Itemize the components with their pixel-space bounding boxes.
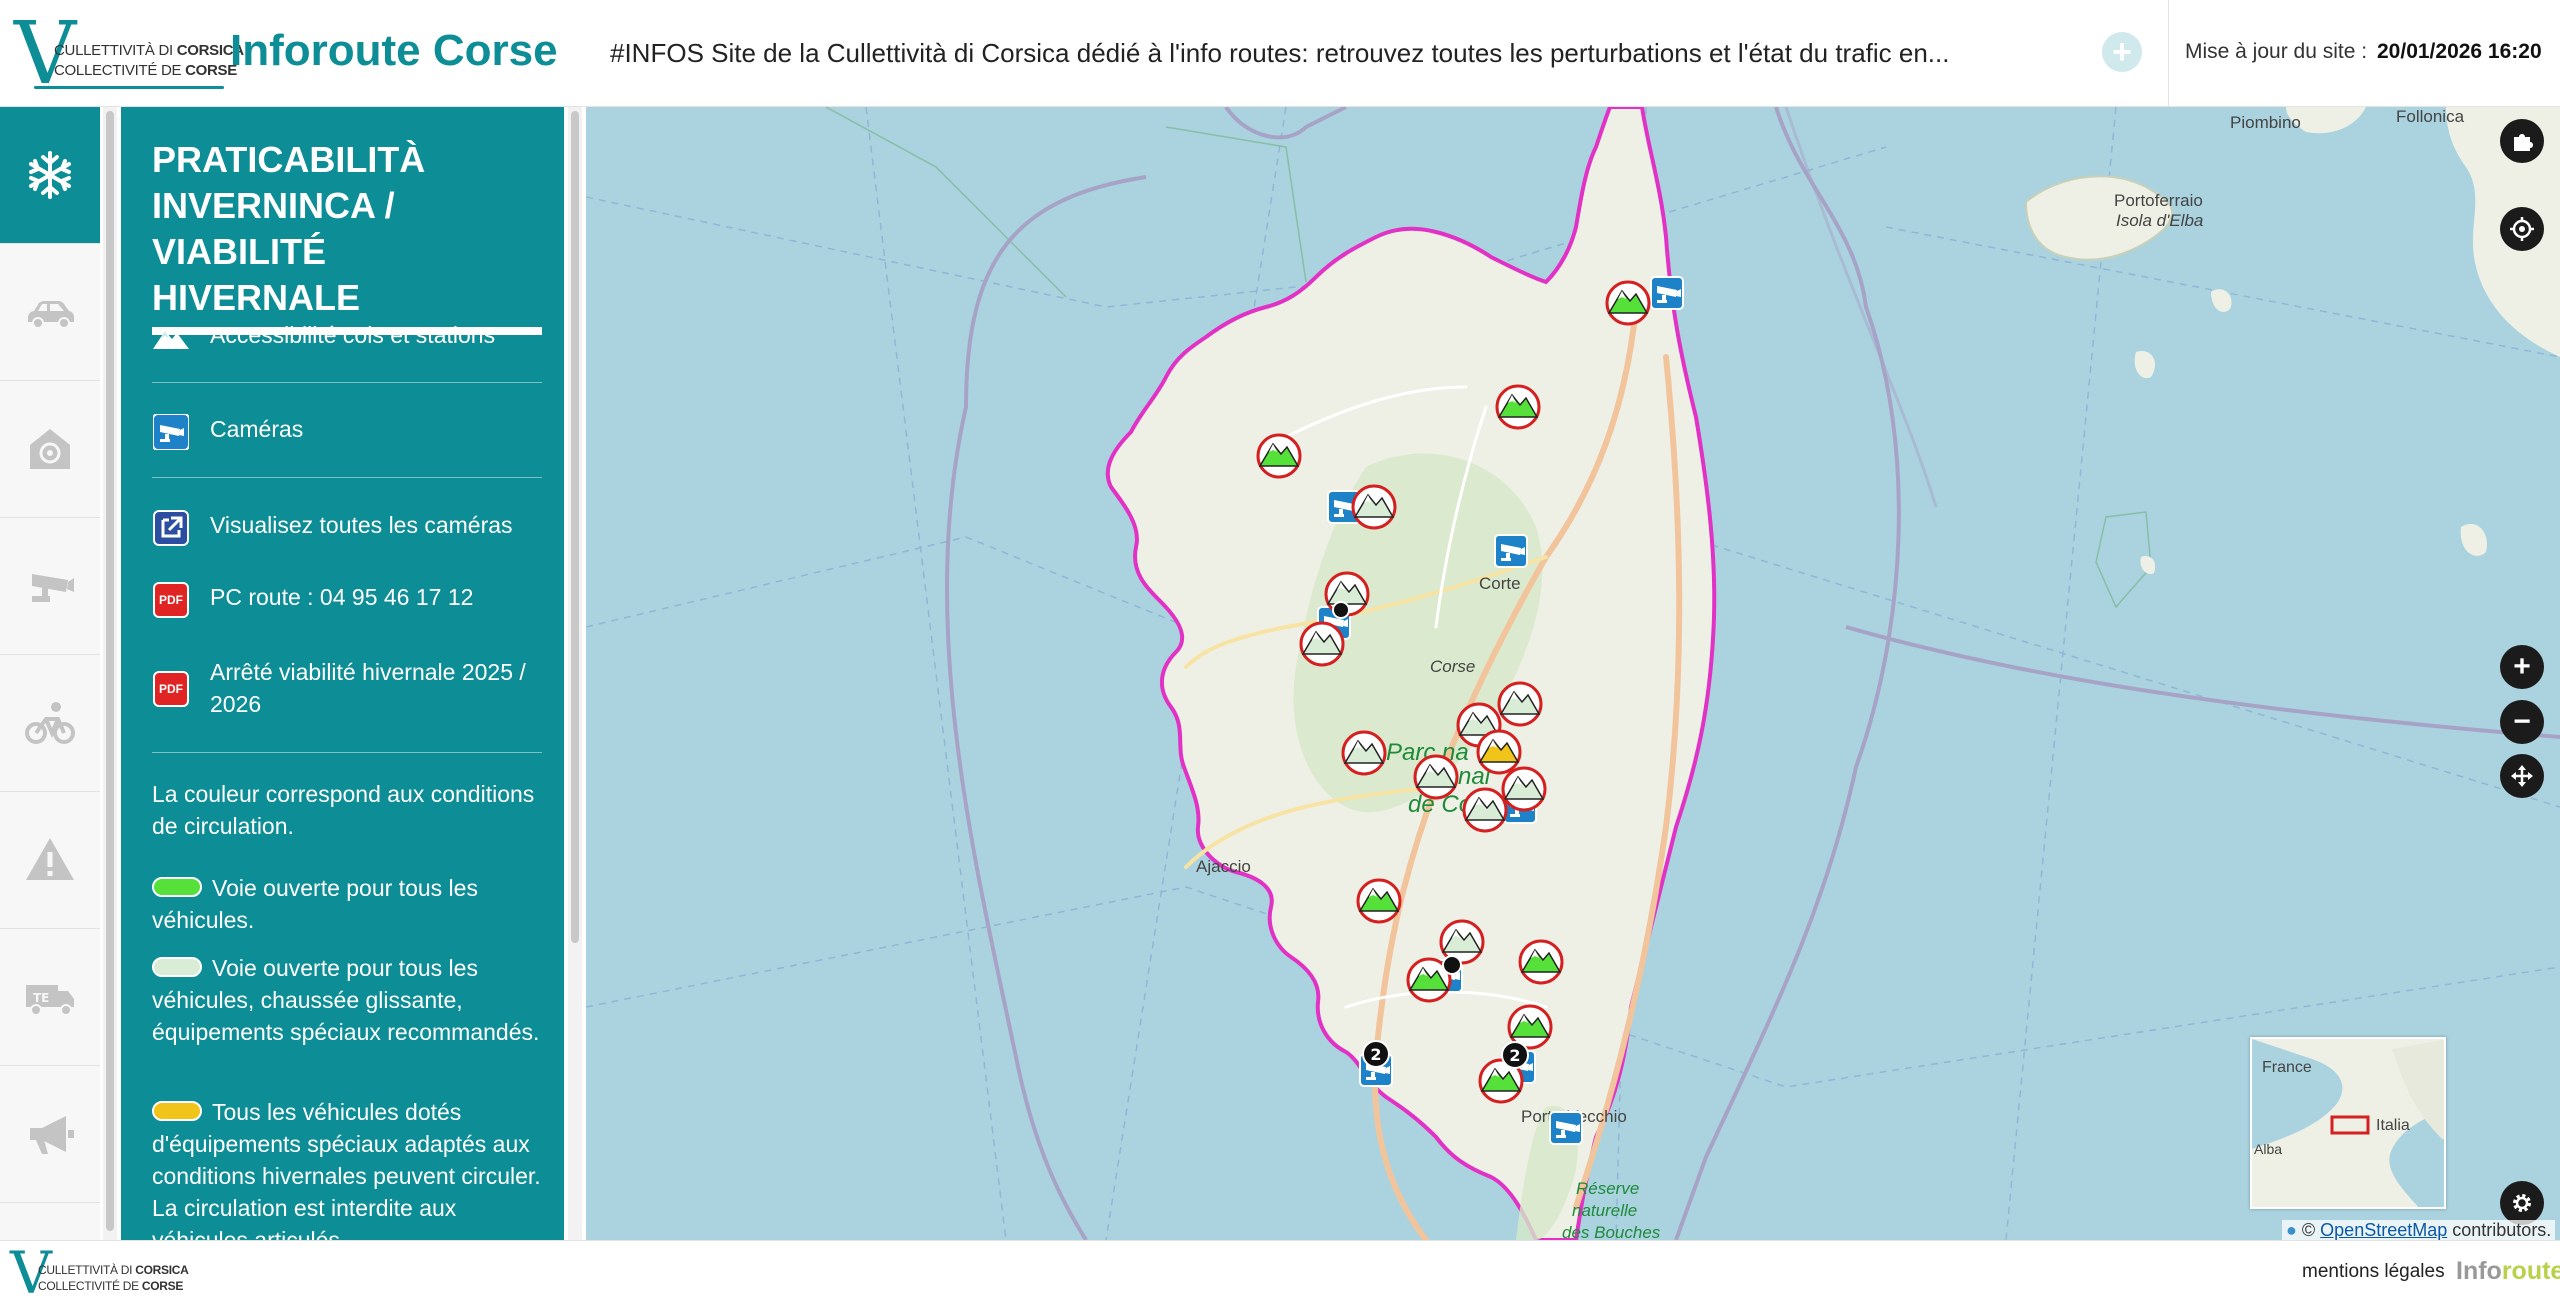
footer-logo-line1-bold: CORSICA	[135, 1263, 189, 1277]
zoom-out-button[interactable]: −	[2500, 700, 2544, 744]
pdf-icon: PDF	[153, 671, 189, 707]
mountain-icon	[152, 319, 190, 357]
sidebar-scrollbar[interactable]	[103, 107, 117, 1240]
panel-title: PRATICABILITÀ INVERNINCA / VIABILITÉ HIV…	[152, 137, 542, 335]
sidebar-item-winter[interactable]	[0, 107, 100, 244]
settings-button[interactable]	[2500, 1181, 2544, 1225]
legend-swatch-open	[152, 876, 202, 897]
svg-text:TE: TE	[33, 991, 49, 1005]
inforoute-logo-route: route	[2501, 1257, 2560, 1285]
sidebar-nav: TE	[0, 107, 100, 1240]
fullscreen-button[interactable]	[2500, 119, 2544, 163]
sidebar-item-cameras[interactable]	[0, 518, 100, 655]
minimap-label-france: France	[2262, 1059, 2312, 1076]
winter-panel: PRATICABILITÀ INVERNINCA / VIABILITÉ HIV…	[121, 107, 564, 1240]
leaflet-icon: ●	[2286, 1220, 2297, 1240]
crosshair-icon	[2510, 217, 2534, 241]
legend-swatch-slippery	[152, 956, 202, 977]
logo-line1-prefix: CULLETTIVITÀ DI	[54, 42, 173, 59]
panel-scrollbar[interactable]	[568, 107, 582, 1240]
footer-logo-line2-prefix: COLLECTIVITÉ DE	[38, 1279, 139, 1293]
inforoute-logo[interactable]: Inforoute	[2456, 1257, 2560, 1286]
sidebar-item-transport[interactable]: TE	[0, 929, 100, 1066]
panel-item-label: Visualisez toutes les caméras	[210, 512, 513, 538]
sidebar-scroll-thumb[interactable]	[106, 111, 114, 1231]
panel-divider	[152, 382, 542, 383]
sidebar-item-alerts[interactable]	[0, 381, 100, 518]
collectivite-logo[interactable]: V CULLETTIVITÀ DI CORSICA COLLECTIVITÉ D…	[14, 10, 244, 98]
camera-icon	[32, 574, 74, 602]
legend-item-open: Voie ouverte pour tous les véhicules.	[152, 872, 552, 936]
gear-icon	[2513, 1194, 2531, 1212]
footer-collectivite-logo[interactable]: V CULLETTIVITÀ DI CORSICA COLLECTIVITÉ D…	[10, 1239, 189, 1307]
locate-button[interactable]	[2500, 207, 2544, 251]
panel-scroll-thumb[interactable]	[571, 111, 579, 943]
logo-line2-prefix: COLLECTIVITÉ DE	[54, 62, 182, 79]
last-update: Mise à jour du site : 20/01/2026 16:20	[2168, 0, 2560, 107]
site-header: V CULLETTIVITÀ DI CORSICA COLLECTIVITÉ D…	[0, 0, 2560, 107]
sidebar-item-traffic[interactable]	[0, 244, 100, 381]
attribution-prefix: ©	[2301, 1220, 2316, 1240]
update-value: 20/01/2026 16:20	[2377, 40, 2542, 63]
warning-icon	[26, 838, 74, 880]
panel-item-label: Accessibilité cols et stations	[210, 322, 496, 348]
inforoute-logo-info: Info	[2456, 1257, 2502, 1285]
sidebar-item-warnings[interactable]	[0, 792, 100, 929]
sidebar-item-cycling[interactable]	[0, 655, 100, 792]
panel-item-cameras[interactable]: Caméras	[152, 413, 542, 451]
zoom-in-button[interactable]: +	[2500, 645, 2544, 689]
car-icon	[28, 301, 74, 329]
legend-swatch-equipment	[152, 1100, 202, 1121]
map-attribution: ● © OpenStreetMap contributors.	[2282, 1220, 2556, 1240]
footer-logo-line2-bold: CORSE	[141, 1279, 184, 1293]
move-icon	[2511, 765, 2533, 787]
bicycle-icon	[25, 702, 75, 744]
overview-minimap[interactable]: France Italia Alba	[2250, 1037, 2446, 1209]
pan-button[interactable]	[2500, 754, 2544, 798]
pdf-icon: PDF	[153, 582, 189, 618]
legend-item-equipment: Tous les véhicules dotés d'équipements s…	[152, 1096, 552, 1240]
footer-logo-line1-prefix: CULLETTIVITÀ DI	[38, 1263, 133, 1277]
site-footer: V CULLETTIVITÀ DI CORSICA COLLECTIVITÉ D…	[0, 1239, 2560, 1307]
update-label: Mise à jour du site :	[2185, 40, 2368, 63]
cluster-count: 2	[1509, 1046, 1520, 1065]
cluster-count: 2	[1370, 1045, 1381, 1064]
expand-news-button[interactable]: +	[2102, 32, 2142, 72]
news-ticker[interactable]: #INFOS Site de la Cullettività di Corsic…	[610, 38, 2000, 69]
panel-item-label: Arrêté viabilité hivernale 2025 / 2026	[210, 659, 526, 717]
attribution-suffix: contributors.	[2452, 1220, 2552, 1240]
camera-icon	[152, 413, 190, 451]
mail-alert-icon	[30, 429, 70, 469]
legend-text: Tous les véhicules dotés d'équipements s…	[152, 1099, 541, 1240]
puzzle-icon	[2514, 134, 2533, 151]
legend-item-slippery: Voie ouverte pour tous les véhicules, ch…	[152, 952, 552, 1048]
panel-divider	[152, 752, 542, 753]
legend-intro: La couleur correspond aux conditions de …	[152, 781, 535, 839]
panel-item-pc-route[interactable]: PDF PC route : 04 95 46 17 12	[152, 581, 542, 619]
legal-mentions-link[interactable]: mentions légales	[2302, 1261, 2445, 1283]
panel-item-label: Caméras	[210, 416, 304, 442]
panel-item-all-cameras[interactable]: Visualisez toutes les caméras	[152, 509, 542, 547]
panel-item-passes[interactable]: Accessibilité cols et stations	[152, 319, 542, 357]
map-view[interactable]: Piombino Follonica Portoferraio Isola d'…	[586, 107, 2560, 1240]
brand-title[interactable]: Inforoute Corse	[230, 26, 558, 76]
logo-swoosh	[34, 86, 224, 89]
legend-text: Voie ouverte pour tous les véhicules, ch…	[152, 955, 540, 1045]
truck-icon: TE	[26, 985, 74, 1016]
megaphone-icon	[30, 1116, 74, 1154]
minimap-label-italia: Italia	[2376, 1117, 2410, 1134]
osm-link[interactable]: OpenStreetMap	[2320, 1220, 2447, 1240]
external-link-icon	[152, 509, 190, 547]
minimap-label-alba: Alba	[2254, 1141, 2283, 1157]
panel-divider	[152, 477, 542, 478]
panel-item-arrete[interactable]: PDF Arrêté viabilité hivernale 2025 / 20…	[152, 656, 542, 720]
snowflake-icon	[29, 151, 71, 199]
panel-item-label: PC route : 04 95 46 17 12	[210, 584, 474, 610]
sidebar-item-announcements[interactable]	[0, 1066, 100, 1203]
